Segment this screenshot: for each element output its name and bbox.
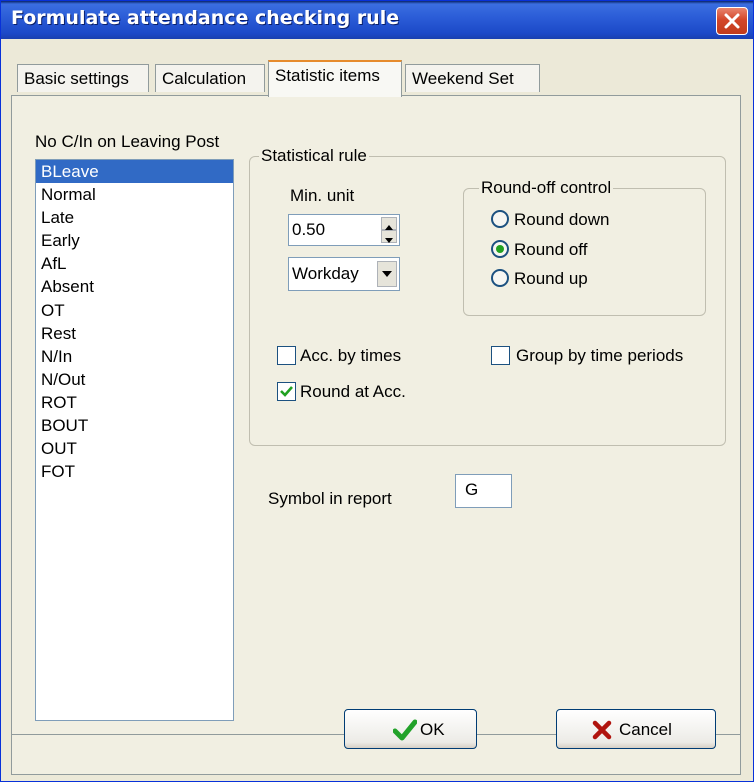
list-item[interactable]: N/Out <box>36 368 233 391</box>
list-label: No C/In on Leaving Post <box>35 132 220 151</box>
window-title: Formulate attendance checking rule <box>11 7 400 29</box>
ok-label: OK <box>420 720 445 739</box>
round-up-label: Round up <box>514 269 588 288</box>
round-down-label: Round down <box>514 210 610 229</box>
arrow-down-icon <box>385 238 393 243</box>
list-item[interactable]: FOT <box>36 460 233 483</box>
list-item[interactable]: Late <box>36 206 233 229</box>
radio-selected-dot <box>496 245 504 253</box>
tab-basic-settings[interactable]: Basic settings <box>17 64 149 92</box>
round-off-label: Round off <box>514 240 588 259</box>
ok-button[interactable]: OK <box>344 709 477 749</box>
title-bar[interactable]: Formulate attendance checking rule <box>1 1 753 39</box>
checkmark-icon <box>393 719 417 741</box>
acc-by-times-label: Acc. by times <box>300 346 402 365</box>
list-item[interactable]: N/In <box>36 345 233 368</box>
round-off-radio[interactable] <box>491 240 509 258</box>
min-unit-label: Min. unit <box>290 186 355 205</box>
dropdown-button[interactable] <box>377 261 397 287</box>
list-item[interactable]: ROT <box>36 391 233 414</box>
round-at-acc-label: Round at Acc. <box>300 382 406 401</box>
round-at-acc-checkbox[interactable] <box>277 382 296 401</box>
min-unit-spinner[interactable]: 0.50 <box>288 214 400 246</box>
group-by-time-label: Group by time periods <box>516 346 684 365</box>
dialog-window: Formulate attendance checking rule Basic… <box>0 0 754 782</box>
cancel-button[interactable]: Cancel <box>556 709 716 749</box>
close-button[interactable] <box>716 7 748 35</box>
spin-down-button[interactable] <box>381 230 397 243</box>
tab-weekend-set[interactable]: Weekend Set <box>405 64 540 92</box>
list-item[interactable]: OT <box>36 299 233 322</box>
round-up-radio[interactable] <box>491 269 509 287</box>
list-item[interactable]: Absent <box>36 275 233 298</box>
unit-select-value: Workday <box>292 264 359 283</box>
symbol-value: G <box>465 480 479 499</box>
item-listbox[interactable]: BLeave Normal Late Early AfL Absent OT R… <box>35 159 234 721</box>
checkmark-icon <box>280 386 293 397</box>
chevron-down-icon <box>382 271 392 277</box>
tab-calculation[interactable]: Calculation <box>155 64 265 92</box>
round-down-radio[interactable] <box>491 210 509 228</box>
list-item[interactable]: Rest <box>36 322 233 345</box>
round-off-title: Round-off control <box>479 178 614 198</box>
unit-select[interactable]: Workday <box>288 257 400 291</box>
close-icon <box>724 13 740 29</box>
cross-icon <box>592 720 612 740</box>
spin-up-button[interactable] <box>381 217 397 230</box>
list-item[interactable]: Early <box>36 229 233 252</box>
list-item[interactable]: Normal <box>36 183 233 206</box>
min-unit-value: 0.50 <box>292 220 326 239</box>
statistical-rule-title: Statistical rule <box>259 146 369 166</box>
cancel-label: Cancel <box>619 720 672 739</box>
symbol-input[interactable]: G <box>455 474 512 508</box>
list-item[interactable]: AfL <box>36 252 233 275</box>
list-item[interactable]: BLeave <box>36 160 233 184</box>
group-by-time-checkbox[interactable] <box>491 346 510 365</box>
symbol-label: Symbol in report <box>268 489 392 508</box>
list-item[interactable]: BOUT <box>36 414 233 437</box>
acc-by-times-checkbox[interactable] <box>277 346 296 365</box>
list-item[interactable]: OUT <box>36 437 233 460</box>
tab-statistic-items[interactable]: Statistic items <box>268 60 402 97</box>
